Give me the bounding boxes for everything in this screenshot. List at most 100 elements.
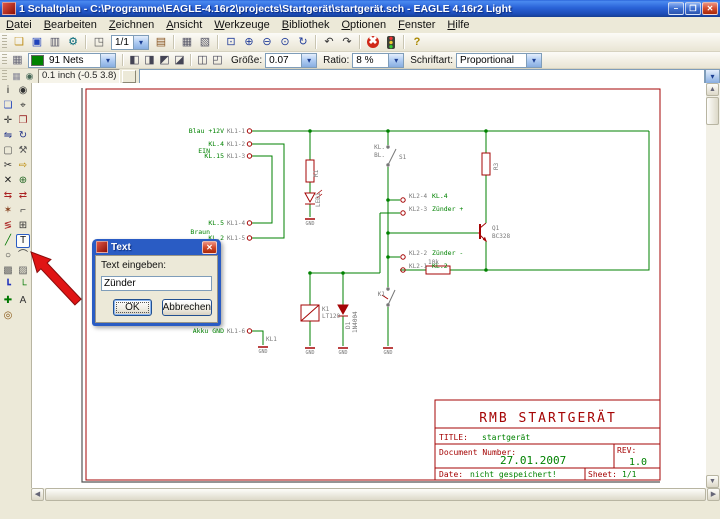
chevron-down-icon[interactable]: ▾: [526, 54, 541, 67]
redo-button[interactable]: ↷: [338, 34, 356, 50]
tool-split[interactable]: ≶: [1, 219, 15, 233]
chevron-down-icon[interactable]: ▾: [388, 54, 403, 67]
erc-check-button[interactable]: [382, 34, 400, 50]
tool-erc[interactable]: ◎: [1, 309, 15, 323]
menu-item-bibliothek[interactable]: Bibliothek: [276, 18, 336, 32]
rotate-90-button[interactable]: ◩: [157, 54, 172, 67]
close-button[interactable]: ✕: [702, 2, 718, 15]
zoom-fit-button[interactable]: ⊡: [222, 34, 240, 50]
rotate-180-button[interactable]: ◪: [172, 54, 187, 67]
script-button[interactable]: ▧: [196, 34, 214, 50]
tool-mark[interactable]: ⌖: [16, 99, 30, 113]
zoom-select-button[interactable]: ⊙: [276, 34, 294, 50]
align-left-button[interactable]: ◫: [195, 54, 210, 67]
help-button[interactable]: ?: [408, 34, 426, 50]
library-button[interactable]: ▤: [152, 34, 170, 50]
ratio-combobox[interactable]: 8 % ▾: [352, 53, 404, 68]
tool-add[interactable]: ⊕: [16, 174, 30, 188]
horizontal-scrollbar[interactable]: ◀ ▶: [31, 488, 720, 501]
menu-item-datei[interactable]: Datei: [0, 18, 38, 32]
tool-net[interactable]: └: [16, 279, 30, 293]
switch-to-board-button[interactable]: ◳: [90, 34, 108, 50]
menu-item-bearbeiten[interactable]: Bearbeiten: [38, 18, 103, 32]
tool-invoke[interactable]: ⊞: [16, 219, 30, 233]
tool-copy[interactable]: ❐: [16, 114, 30, 128]
coords-menu-button[interactable]: [122, 70, 136, 83]
ok-button[interactable]: OK: [113, 299, 152, 316]
vertical-scrollbar[interactable]: ▲ ▼: [706, 83, 720, 488]
sheet-combobox[interactable]: 1/1 ▾: [111, 35, 149, 50]
zoom-in-icon: ⊕: [244, 37, 253, 48]
mark-button[interactable]: ◉: [23, 70, 36, 83]
align-top-button[interactable]: ◰: [210, 54, 225, 67]
scroll-left-arrow[interactable]: ◀: [31, 488, 44, 501]
zoom-out-button[interactable]: ⊖: [258, 34, 276, 50]
tool-delete[interactable]: ✕: [1, 174, 15, 188]
horizontal-scroll-thumb[interactable]: [45, 488, 706, 501]
menu-item-fenster[interactable]: Fenster: [392, 18, 441, 32]
menu-item-hilfe[interactable]: Hilfe: [441, 18, 475, 32]
scroll-up-arrow[interactable]: ▲: [706, 83, 719, 96]
vertical-scroll-thumb[interactable]: [706, 97, 719, 125]
grid-toggle-button[interactable]: ▦: [10, 70, 23, 83]
undo-button[interactable]: ↶: [320, 34, 338, 50]
stop-button[interactable]: ✖: [364, 34, 382, 50]
save-button[interactable]: ▣: [28, 34, 46, 50]
tool-show[interactable]: ◉: [16, 84, 30, 98]
mirror-orient-button[interactable]: ◧: [127, 54, 142, 67]
open-button[interactable]: ❏: [10, 34, 28, 50]
tool-label[interactable]: A: [16, 294, 30, 308]
dialog-titlebar[interactable]: Text ✕: [95, 239, 218, 255]
menu-item-ansicht[interactable]: Ansicht: [160, 18, 208, 32]
menu-item-zeichnen[interactable]: Zeichnen: [103, 18, 160, 32]
tool-wire[interactable]: ╱: [1, 234, 15, 248]
tool-bus[interactable]: ┗: [1, 279, 15, 293]
menu-item-werkzeuge[interactable]: Werkzeuge: [208, 18, 275, 32]
chevron-down-icon[interactable]: ▾: [100, 54, 115, 67]
tool-circle[interactable]: ○: [1, 249, 15, 263]
grid-button[interactable]: ▦: [10, 54, 25, 67]
text-value-input[interactable]: [101, 276, 212, 291]
scroll-down-arrow[interactable]: ▼: [706, 475, 719, 488]
tool-smash[interactable]: ✶: [1, 204, 15, 218]
restore-button[interactable]: ❐: [685, 2, 701, 15]
toolbar-handle[interactable]: [2, 35, 7, 49]
toolbar-handle[interactable]: [2, 70, 7, 81]
tool-text[interactable]: T: [16, 234, 30, 248]
tool-info[interactable]: i: [1, 84, 15, 98]
tool-display[interactable]: ❏: [1, 99, 15, 113]
tool-paste[interactable]: ⇨: [16, 159, 30, 173]
command-line-input[interactable]: [139, 69, 705, 84]
menu-item-optionen[interactable]: Optionen: [335, 18, 392, 32]
tool-rotate[interactable]: ↻: [16, 129, 30, 143]
font-combobox[interactable]: Proportional ▾: [456, 53, 542, 68]
tool-miter[interactable]: ⌐: [16, 204, 30, 218]
use-library-button[interactable]: ▦: [178, 34, 196, 50]
cancel-button[interactable]: Abbrechen: [162, 299, 212, 316]
tool-arc[interactable]: ⌒: [16, 249, 30, 263]
tool-polygon[interactable]: ▨: [16, 264, 30, 278]
tool-mirror[interactable]: ⇋: [1, 129, 15, 143]
tool-move[interactable]: ✛: [1, 114, 15, 128]
tool-junction[interactable]: ✚: [1, 294, 15, 308]
chevron-down-icon[interactable]: ▾: [133, 36, 148, 49]
minimize-button[interactable]: –: [668, 2, 684, 15]
tool-cut[interactable]: ✂: [1, 159, 15, 173]
tool-rect[interactable]: ▩: [1, 264, 15, 278]
tool-change[interactable]: ⚒: [16, 144, 30, 158]
tool-gateswap[interactable]: ⇄: [16, 189, 30, 203]
size-combobox[interactable]: 0.07 ▾: [265, 53, 317, 68]
toolbar-handle[interactable]: [2, 54, 7, 67]
tool-group[interactable]: ▢: [1, 144, 15, 158]
layer-combobox[interactable]: 91 Nets ▾: [28, 53, 116, 68]
scroll-right-arrow[interactable]: ▶: [707, 488, 720, 501]
command-history-dropdown[interactable]: ▾: [705, 69, 720, 84]
tool-pinswap[interactable]: ⇆: [1, 189, 15, 203]
dialog-close-button[interactable]: ✕: [202, 241, 217, 254]
zoom-redraw-button[interactable]: ↻: [294, 34, 312, 50]
cam-processor-button[interactable]: ⚙: [64, 34, 82, 50]
zoom-in-button[interactable]: ⊕: [240, 34, 258, 50]
chevron-down-icon[interactable]: ▾: [301, 54, 316, 67]
print-button[interactable]: ▥: [46, 34, 64, 50]
rotate-0-button[interactable]: ◨: [142, 54, 157, 67]
